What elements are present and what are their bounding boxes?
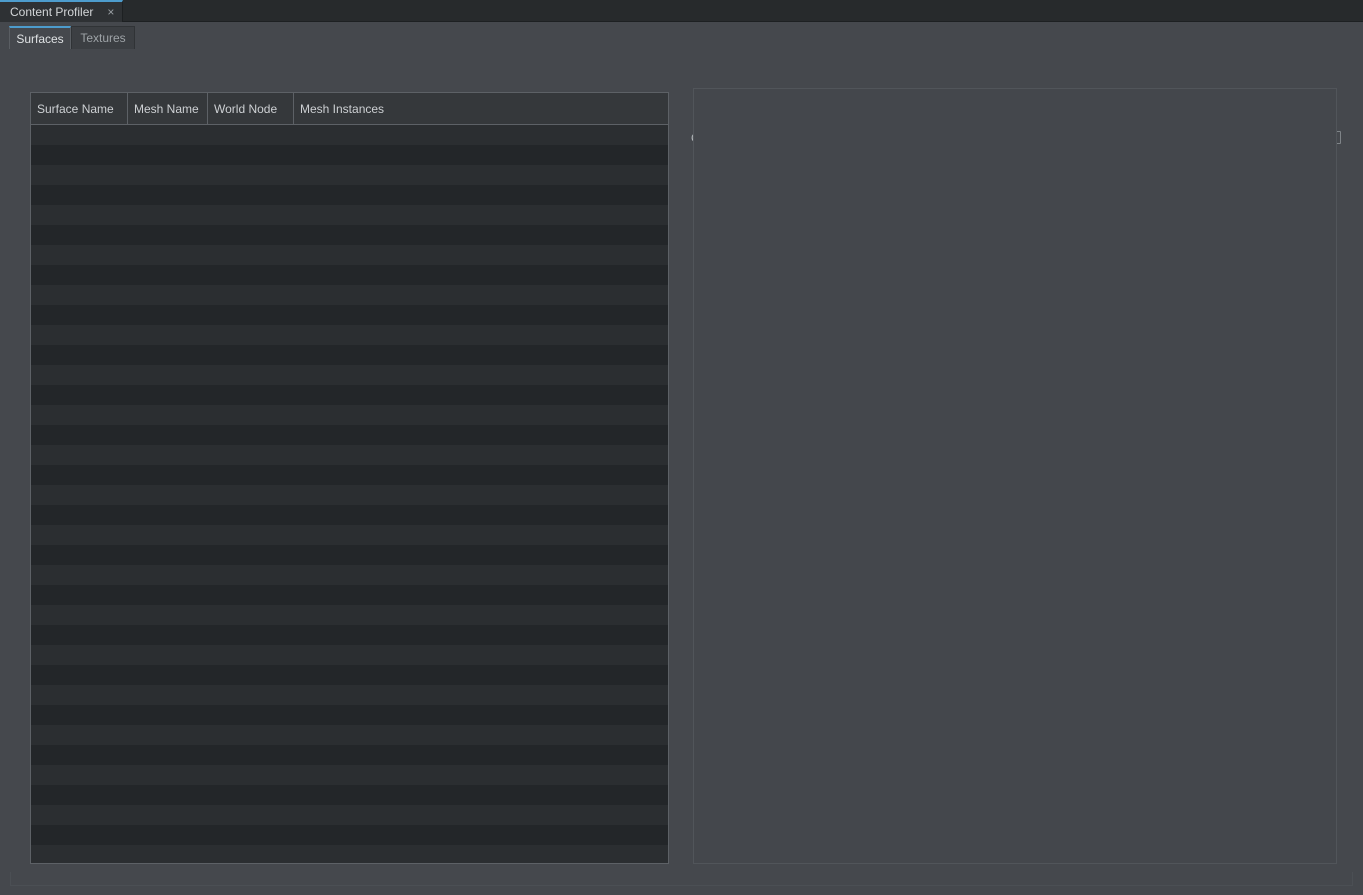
table-row[interactable]	[31, 445, 668, 465]
table-row[interactable]	[31, 385, 668, 405]
table-row[interactable]	[31, 765, 668, 785]
window-tab-strip: Content Profiler ×	[0, 0, 1363, 22]
table-row[interactable]	[31, 305, 668, 325]
table-row[interactable]	[31, 825, 668, 845]
close-icon[interactable]: ×	[107, 6, 114, 18]
table-row[interactable]	[31, 485, 668, 505]
tab-textures-label: Textures	[80, 31, 125, 45]
bottom-panel-frame	[10, 872, 1353, 886]
table-row[interactable]	[31, 505, 668, 525]
window-tab-label: Content Profiler	[10, 5, 93, 19]
table-row[interactable]	[31, 145, 668, 165]
column-header-surface-name[interactable]: Surface Name	[31, 93, 128, 124]
window-tab-content-profiler[interactable]: Content Profiler ×	[0, 0, 123, 22]
table-row[interactable]	[31, 665, 668, 685]
table-row[interactable]	[31, 125, 668, 145]
table-row[interactable]	[31, 185, 668, 205]
table-row[interactable]	[31, 525, 668, 545]
table-row[interactable]	[31, 245, 668, 265]
column-header-world-node[interactable]: World Node	[208, 93, 294, 124]
column-header-mesh-name[interactable]: Mesh Name	[128, 93, 208, 124]
sub-tab-bar: Surfaces Textures	[0, 23, 1363, 49]
table-row[interactable]	[31, 805, 668, 825]
table-header-row: Surface Name Mesh Name World Node Mesh I…	[31, 93, 668, 125]
detail-panel	[693, 88, 1337, 864]
table-row[interactable]	[31, 845, 668, 863]
table-row[interactable]	[31, 205, 668, 225]
table-row[interactable]	[31, 605, 668, 625]
table-row[interactable]	[31, 225, 668, 245]
table-row[interactable]	[31, 785, 668, 805]
tab-surfaces-label: Surfaces	[16, 32, 63, 46]
column-header-mesh-instances[interactable]: Mesh Instances	[294, 93, 668, 124]
table-row[interactable]	[31, 405, 668, 425]
table-row[interactable]	[31, 645, 668, 665]
table-row[interactable]	[31, 705, 668, 725]
table-row[interactable]	[31, 365, 668, 385]
table-row[interactable]	[31, 285, 668, 305]
table-row[interactable]	[31, 545, 668, 565]
table-row[interactable]	[31, 165, 668, 185]
table-row[interactable]	[31, 625, 668, 645]
table-row[interactable]	[31, 465, 668, 485]
table-row[interactable]	[31, 265, 668, 285]
table-row[interactable]	[31, 685, 668, 705]
table-row[interactable]	[31, 565, 668, 585]
table-row[interactable]	[31, 425, 668, 445]
surfaces-table: Surface Name Mesh Name World Node Mesh I…	[30, 92, 669, 864]
table-body[interactable]	[31, 125, 668, 863]
tab-surfaces[interactable]: Surfaces	[9, 26, 71, 49]
table-row[interactable]	[31, 325, 668, 345]
tab-textures[interactable]: Textures	[71, 26, 135, 49]
table-row[interactable]	[31, 345, 668, 365]
table-row[interactable]	[31, 585, 668, 605]
toolbar: Refresh ? Group By Default Sort By Mesh …	[0, 62, 1363, 90]
table-row[interactable]	[31, 725, 668, 745]
table-row[interactable]	[31, 745, 668, 765]
